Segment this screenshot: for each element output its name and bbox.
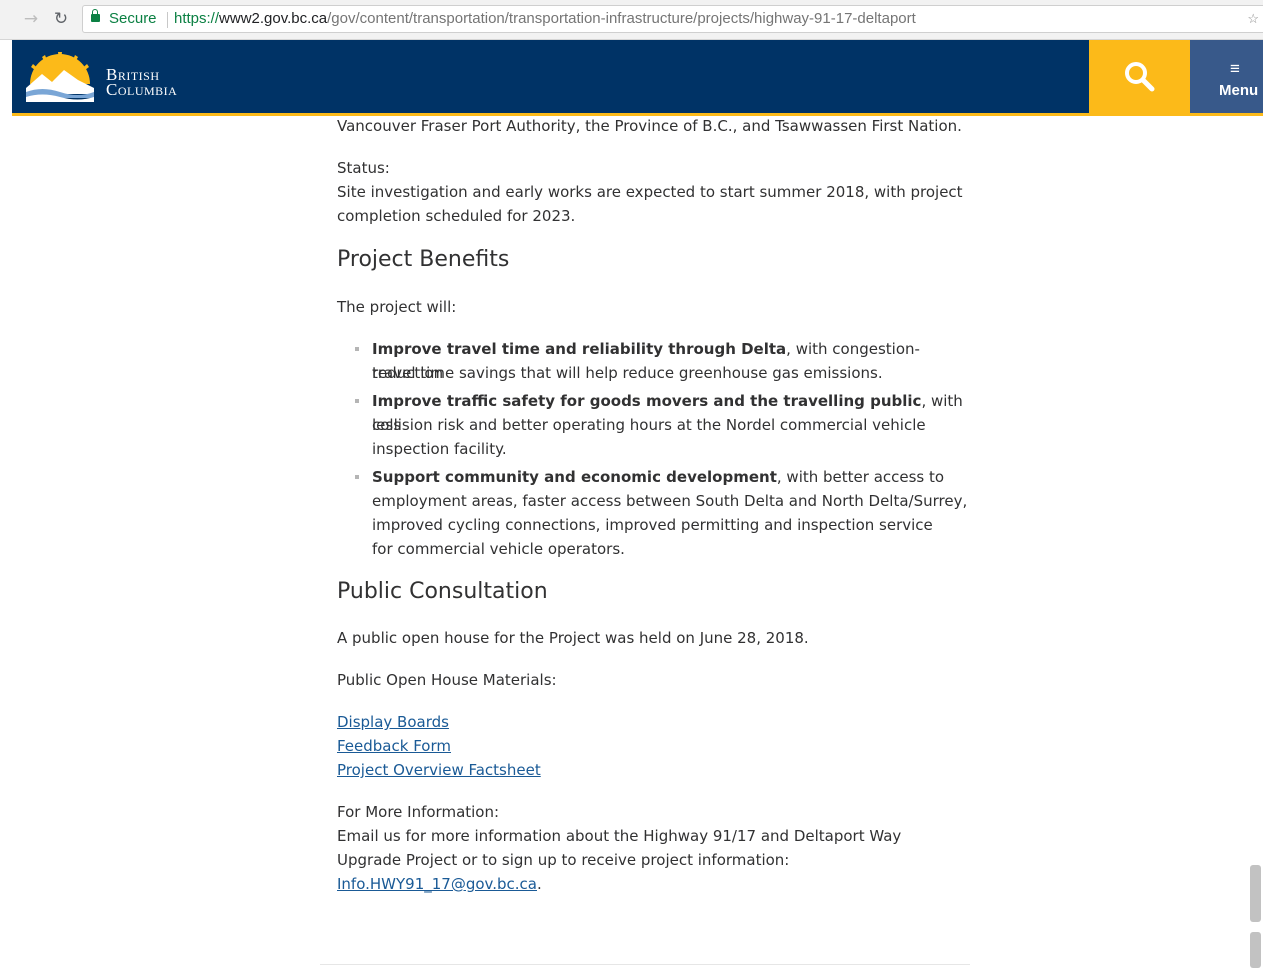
status-text-line1: Site investigation and early works are e… [337, 183, 963, 201]
bc-sun-mountains-icon [26, 52, 94, 102]
menu-label: Menu [1219, 82, 1259, 99]
hamburger-icon: ≡ [1230, 59, 1240, 78]
factsheet-link-row: Project Overview Factsheet [337, 758, 541, 782]
bc-logo[interactable]: British Columbia [24, 48, 204, 104]
intro-text-tail: Vancouver Fraser Port Authority, the Pro… [337, 117, 962, 135]
benefits-intro: The project will: [337, 298, 457, 316]
logo-line-columbia: Columbia [106, 80, 178, 99]
site-header: British Columbia ≡ Menu [12, 40, 1263, 116]
lock-icon [91, 9, 100, 22]
more-info-label: For More Information: [337, 803, 500, 821]
benefit-bold: Support community and economic developme… [372, 468, 777, 486]
more-info-line2: Upgrade Project or to sign up to receive… [337, 851, 790, 869]
address-bar[interactable]: Secure https://www2.gov.bc.ca/gov/conten… [82, 5, 1263, 33]
search-button[interactable] [1089, 40, 1190, 113]
menu-button[interactable]: ≡ Menu [1190, 40, 1263, 113]
benefit-rest: , with better access to [776, 468, 945, 486]
search-icon [1125, 62, 1155, 92]
benefit-line: for commercial vehicle operators. [372, 540, 625, 558]
secure-label: Secure [109, 10, 157, 27]
consultation-heading: Public Consultation [337, 579, 548, 604]
back-arrow-icon[interactable]: → [20, 8, 42, 30]
bookmark-star-icon[interactable]: ☆ [1247, 6, 1259, 32]
factsheet-link[interactable]: Project Overview Factsheet [337, 761, 541, 779]
bullet-icon [355, 475, 359, 479]
bullet-icon [355, 399, 359, 403]
benefit-line: collision risk and better operating hour… [372, 416, 926, 434]
url-text: https://www2.gov.bc.ca/gov/content/trans… [174, 6, 916, 32]
url-host: www2.gov.bc.ca [219, 10, 328, 27]
scrollbar-thumb-lower[interactable] [1250, 932, 1261, 968]
display-boards-link-row: Display Boards [337, 710, 449, 734]
scrollbar-thumb[interactable] [1250, 865, 1261, 922]
benefit-line: improved cycling connections, improved p… [372, 516, 933, 534]
benefit-bold: Improve travel time and reliability thro… [372, 340, 787, 358]
benefit-line: employment areas, faster access between … [372, 492, 968, 510]
email-trailing-period: . [537, 875, 542, 893]
logo-wordmark: British Columbia [106, 66, 178, 99]
feedback-form-link-row: Feedback Form [337, 734, 451, 758]
email-link[interactable]: Info.HWY91_17@gov.bc.ca [337, 875, 537, 893]
feedback-form-link[interactable]: Feedback Form [337, 737, 451, 755]
benefit-line: Support community and economic developme… [372, 465, 982, 489]
reload-icon[interactable]: ↻ [50, 8, 72, 30]
bullet-icon [355, 347, 359, 351]
display-boards-link[interactable]: Display Boards [337, 713, 449, 731]
benefits-heading: Project Benefits [337, 247, 510, 272]
status-text-line2: completion scheduled for 2023. [337, 207, 576, 225]
materials-label: Public Open House Materials: [337, 671, 557, 689]
more-info-line1: Email us for more information about the … [337, 827, 902, 845]
footer-divider [320, 964, 970, 965]
browser-toolbar: → ↻ Secure https://www2.gov.bc.ca/gov/co… [0, 0, 1263, 40]
consultation-text: A public open house for the Project was … [337, 629, 809, 647]
benefit-bold: Improve traffic safety for goods movers … [372, 392, 922, 410]
benefit-line: inspection facility. [372, 440, 507, 458]
url-divider [167, 12, 168, 28]
url-path: /gov/content/transportation/transportati… [327, 10, 916, 27]
benefit-line: travel time savings that will help reduc… [372, 364, 883, 382]
status-label: Status: [337, 159, 390, 177]
url-scheme: https:// [174, 10, 220, 27]
email-row: Info.HWY91_17@gov.bc.ca. [337, 872, 542, 896]
